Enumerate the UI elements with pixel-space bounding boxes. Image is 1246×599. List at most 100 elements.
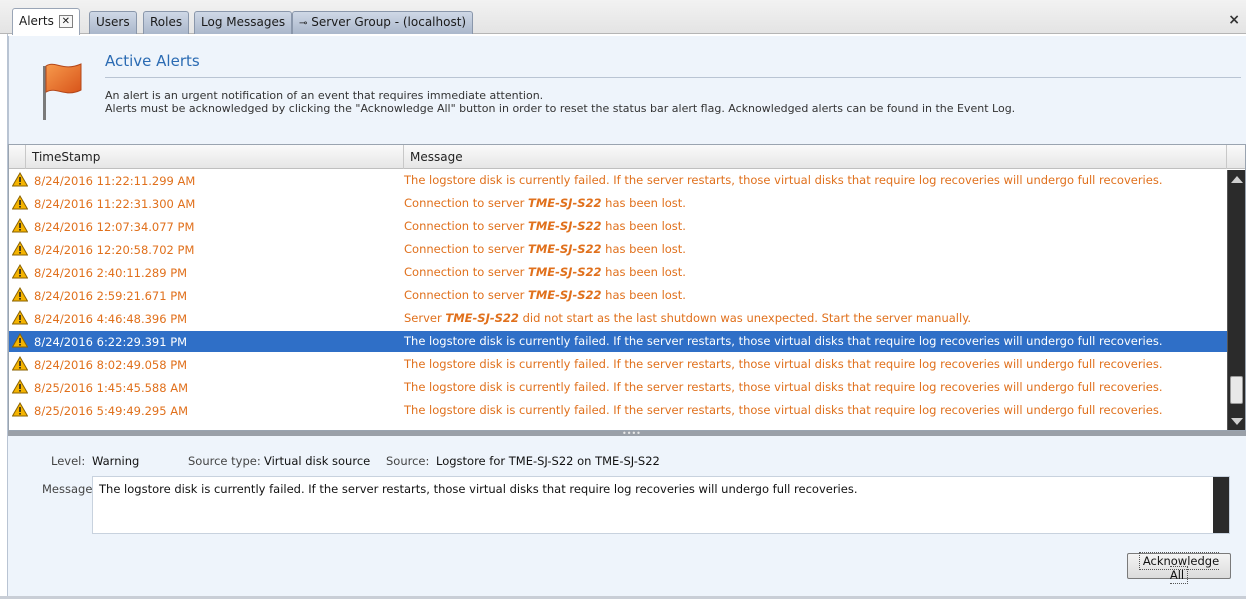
row-message: The logstore disk is currently failed. I…: [404, 403, 1162, 417]
row-message-suffix: has been lost.: [601, 242, 686, 256]
message-text: The logstore disk is currently failed. I…: [99, 482, 858, 496]
left-border: [0, 34, 8, 596]
row-message-server: TME-SJ-S22: [527, 265, 602, 279]
scroll-down-icon[interactable]: [1231, 418, 1243, 425]
warning-icon: [12, 310, 28, 325]
tab-server-group-label: Server Group - (localhost): [311, 15, 467, 29]
column-header-timestamp[interactable]: TimeStamp: [26, 145, 404, 169]
row-message: The logstore disk is currently failed. I…: [404, 334, 1162, 348]
table-row[interactable]: 8/24/2016 11:22:31.300 AM Connection to s…: [9, 193, 1227, 214]
scroll-thumb[interactable]: [1230, 376, 1243, 404]
tab-roles-label: Roles: [150, 15, 183, 29]
row-timestamp: 8/24/2016 12:20:58.702 PM: [34, 243, 195, 257]
tab-roles[interactable]: Roles: [143, 11, 190, 34]
warning-icon: [12, 195, 28, 210]
source-label: Source:: [386, 454, 430, 468]
source-type-value: Virtual disk source: [264, 454, 371, 468]
row-message-server: TME-SJ-S22: [527, 219, 602, 233]
row-message-suffix: has been lost.: [601, 219, 686, 233]
table-row[interactable]: 8/24/2016 12:07:34.077 PM Connection to s…: [9, 216, 1227, 237]
tab-close-icon[interactable]: ✕: [58, 15, 73, 28]
warning-icon: [12, 287, 28, 302]
table-row[interactable]: 8/24/2016 6:22:29.391 PM The logstore dis…: [9, 331, 1227, 352]
table-row[interactable]: 8/24/2016 11:22:11.299 AM The logstore di…: [9, 170, 1227, 191]
warning-icon: [12, 218, 28, 233]
row-message: The logstore disk is currently failed. I…: [404, 380, 1162, 394]
row-message: Server TME-SJ-S22 did not start as the l…: [404, 311, 971, 325]
grip-icon: ••••: [622, 429, 641, 438]
source-type-label: Source type:: [188, 454, 261, 468]
row-message-server: TME-SJ-S22: [527, 242, 602, 256]
tab-log-messages[interactable]: Log Messages: [194, 11, 293, 34]
header-divider: [105, 77, 1241, 78]
tab-users[interactable]: Users: [89, 11, 137, 34]
row-message-text: Connection to server: [404, 242, 528, 256]
table-row[interactable]: 8/25/2016 1:45:45.588 AM The logstore dis…: [9, 377, 1227, 398]
row-timestamp: 8/24/2016 4:46:48.396 PM: [34, 312, 188, 326]
grid-scrollbar[interactable]: [1227, 170, 1245, 430]
tab-server-group[interactable]: ⊸ Server Group - (localhost): [292, 11, 474, 34]
table-row[interactable]: 8/24/2016 2:40:11.289 PM Connection to se…: [9, 262, 1227, 283]
acknowledge-all-button[interactable]: Acknowledge All: [1127, 552, 1231, 584]
row-message-suffix: did not start as the last shutdown was u…: [518, 311, 972, 325]
row-message-suffix: has been lost.: [601, 288, 686, 302]
warning-icon: [12, 172, 28, 187]
row-message-server: TME-SJ-S22: [527, 288, 602, 302]
description-line-2: Alerts must be acknowledged by clicking …: [105, 102, 1016, 115]
table-row[interactable]: 8/24/2016 12:20:58.702 PM Connection to s…: [9, 239, 1227, 260]
row-message-text: The logstore disk is currently failed. I…: [404, 334, 1163, 348]
row-message: Connection to server TME-SJ-S22 has been…: [404, 219, 686, 233]
warning-icon: [12, 356, 28, 371]
tab-users-label: Users: [96, 15, 130, 29]
tab-log-messages-label: Log Messages: [201, 15, 286, 29]
row-message-suffix: has been lost.: [601, 196, 686, 210]
row-message-suffix: has been lost.: [601, 265, 686, 279]
row-timestamp: 8/25/2016 1:45:45.588 AM: [34, 381, 189, 395]
pin-icon: ⊸: [299, 18, 308, 29]
scroll-up-icon[interactable]: [1231, 176, 1243, 183]
acknowledge-all-label: Acknowledge All: [1138, 552, 1220, 584]
row-message: Connection to server TME-SJ-S22 has been…: [404, 288, 686, 302]
table-row[interactable]: 8/24/2016 8:02:49.058 PM The logstore dis…: [9, 354, 1227, 375]
table-row[interactable]: 8/25/2016 5:49:49.295 AM The logstore dis…: [9, 400, 1227, 421]
tab-alerts-label: Alerts: [19, 14, 54, 28]
row-timestamp: 8/24/2016 8:02:49.058 PM: [34, 358, 188, 372]
alerts-header: Active Alerts An alert is an urgent noti…: [8, 36, 1246, 144]
row-timestamp: 8/25/2016 5:49:49.295 AM: [34, 404, 189, 418]
warning-icon: [12, 379, 28, 394]
message-label: Message:: [42, 482, 97, 496]
header-description: An alert is an urgent notification of an…: [105, 89, 1015, 115]
message-field[interactable]: The logstore disk is currently failed. I…: [92, 476, 1230, 534]
detail-panel: Level: Warning Source type: Virtual disk…: [8, 436, 1246, 599]
row-message: Connection to server TME-SJ-S22 has been…: [404, 242, 686, 256]
row-message: Connection to server TME-SJ-S22 has been…: [404, 265, 686, 279]
level-label: Level:: [51, 454, 86, 468]
warning-icon: [12, 241, 28, 256]
row-message-text: The logstore disk is currently failed. I…: [404, 403, 1163, 417]
row-message-text: The logstore disk is currently failed. I…: [404, 357, 1163, 371]
tab-alerts[interactable]: Alerts ✕: [12, 8, 80, 35]
row-message-text: Connection to server: [404, 265, 528, 279]
alerts-grid: TimeStamp Message 8/24/2016 11:22:11.299…: [8, 144, 1246, 431]
table-row[interactable]: 8/24/2016 2:59:21.671 PM Connection to se…: [9, 285, 1227, 306]
row-message-text: The logstore disk is currently failed. I…: [404, 173, 1163, 187]
column-header-message[interactable]: Message: [404, 145, 1227, 169]
table-row[interactable]: 8/24/2016 4:46:48.396 PM Server TME-SJ-S2…: [9, 308, 1227, 329]
row-message-text: The logstore disk is currently failed. I…: [404, 380, 1163, 394]
warning-icon: [12, 333, 28, 348]
close-icon[interactable]: ×: [1228, 12, 1240, 28]
row-timestamp: 8/24/2016 11:22:11.299 AM: [34, 174, 196, 188]
level-value: Warning: [92, 454, 140, 468]
row-message-text: Connection to server: [404, 219, 528, 233]
row-message-text: Server: [404, 311, 446, 325]
grid-body: 8/24/2016 11:22:11.299 AM The logstore di…: [9, 170, 1227, 430]
description-line-1: An alert is an urgent notification of an…: [105, 89, 544, 102]
warning-icon: [12, 264, 28, 279]
row-timestamp: 8/24/2016 12:07:34.077 PM: [34, 220, 195, 234]
row-timestamp: 8/24/2016 11:22:31.300 AM: [34, 197, 196, 211]
row-message-text: Connection to server: [404, 196, 528, 210]
row-message: The logstore disk is currently failed. I…: [404, 357, 1162, 371]
flag-icon: [43, 63, 82, 120]
message-scrollbar[interactable]: [1213, 477, 1229, 533]
row-timestamp: 8/24/2016 2:40:11.289 PM: [34, 266, 188, 280]
